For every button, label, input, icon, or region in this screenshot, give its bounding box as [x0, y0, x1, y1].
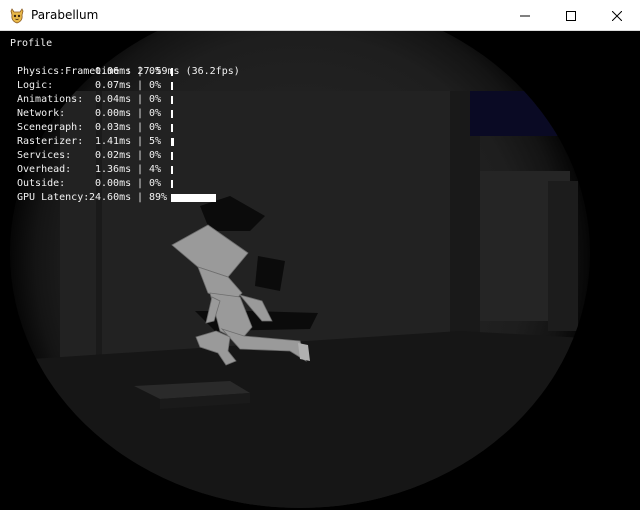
profile-row-bar: [171, 110, 173, 118]
profile-row-ms: 0.00ms: [95, 178, 132, 189]
profile-row-ms: 0.04ms: [95, 94, 132, 105]
profile-row-bar: [171, 82, 173, 90]
game-viewport[interactable]: Profile Frametime : 27.59ms (36.2fps) Ph…: [0, 31, 640, 510]
profile-row-separator: |: [137, 66, 144, 77]
profile-row-percent: 4%: [149, 164, 162, 175]
maximize-icon: [566, 10, 576, 21]
profile-row-separator: |: [137, 108, 144, 119]
profile-row-bar: [171, 96, 173, 104]
profile-row-ms: 0.03ms: [95, 122, 132, 133]
profile-row-bar: [171, 166, 173, 174]
profile-row-separator: |: [137, 136, 144, 147]
profile-row-percent: 0%: [149, 178, 162, 189]
profile-row-bar: [171, 124, 173, 132]
profile-row-ms: 24.60ms: [89, 192, 132, 203]
maximize-button[interactable]: [548, 0, 594, 31]
profile-row-label: Outside:: [17, 178, 66, 189]
profile-row-separator: |: [137, 164, 144, 175]
profile-row-percent: 89%: [149, 192, 168, 203]
profile-row-bar: [171, 180, 173, 188]
title-bar[interactable]: Parabellum: [0, 0, 640, 31]
close-button[interactable]: [594, 0, 640, 31]
profile-row-percent: 0%: [149, 150, 162, 161]
profile-row-percent: 0%: [149, 66, 162, 77]
profile-row-separator: |: [137, 150, 144, 161]
profile-row-percent: 0%: [149, 94, 162, 105]
profile-row-ms: 1.36ms: [95, 164, 132, 175]
profile-row-ms: 0.02ms: [95, 150, 132, 161]
profile-row-ms: 0.06ms: [95, 66, 132, 77]
profile-row-ms: 1.41ms: [95, 136, 132, 147]
frametime-row: Frametime : 27.59ms (36.2fps): [17, 51, 240, 77]
profile-row-separator: |: [137, 192, 144, 203]
profile-row-percent: 0%: [149, 108, 162, 119]
profile-row-label: GPU Latency:: [17, 192, 90, 203]
profile-row-percent: 0%: [149, 80, 162, 91]
profile-row-label: Logic:: [17, 80, 54, 91]
profile-row-percent: 5%: [149, 136, 162, 147]
profile-row-bar: [171, 138, 174, 146]
parabellum-app-icon: [10, 8, 24, 24]
profile-row-label: Physics:: [17, 66, 66, 77]
profile-row-ms: 0.00ms: [95, 108, 132, 119]
profile-row-label: Network:: [17, 108, 66, 119]
window-title: Parabellum: [31, 8, 99, 22]
profile-row-label: Rasterizer:: [17, 136, 84, 147]
profile-row-bar: [171, 194, 216, 202]
profile-row-ms: 0.07ms: [95, 80, 132, 91]
profile-row-bar: [171, 152, 173, 160]
close-icon: [612, 10, 622, 21]
profile-row-separator: |: [137, 122, 144, 133]
profile-title: Profile: [10, 38, 53, 49]
profile-row-separator: |: [137, 178, 144, 189]
profile-row-bar: [171, 68, 173, 76]
profile-row-separator: |: [137, 94, 144, 105]
profiler-overlay: Profile Frametime : 27.59ms (36.2fps) Ph…: [0, 31, 640, 510]
profile-row-percent: 0%: [149, 122, 162, 133]
profile-row-label: Scenegraph:: [17, 122, 84, 133]
profile-row-label: Animations:: [17, 94, 84, 105]
minimize-button[interactable]: [502, 0, 548, 31]
profile-row-separator: |: [137, 80, 144, 91]
profile-row-label: Services:: [17, 150, 72, 161]
profile-row-label: Overhead:: [17, 164, 72, 175]
app-window: Parabellum Profile Frametime: 27.59ms (…: [0, 0, 640, 510]
minimize-icon: [520, 15, 530, 16]
